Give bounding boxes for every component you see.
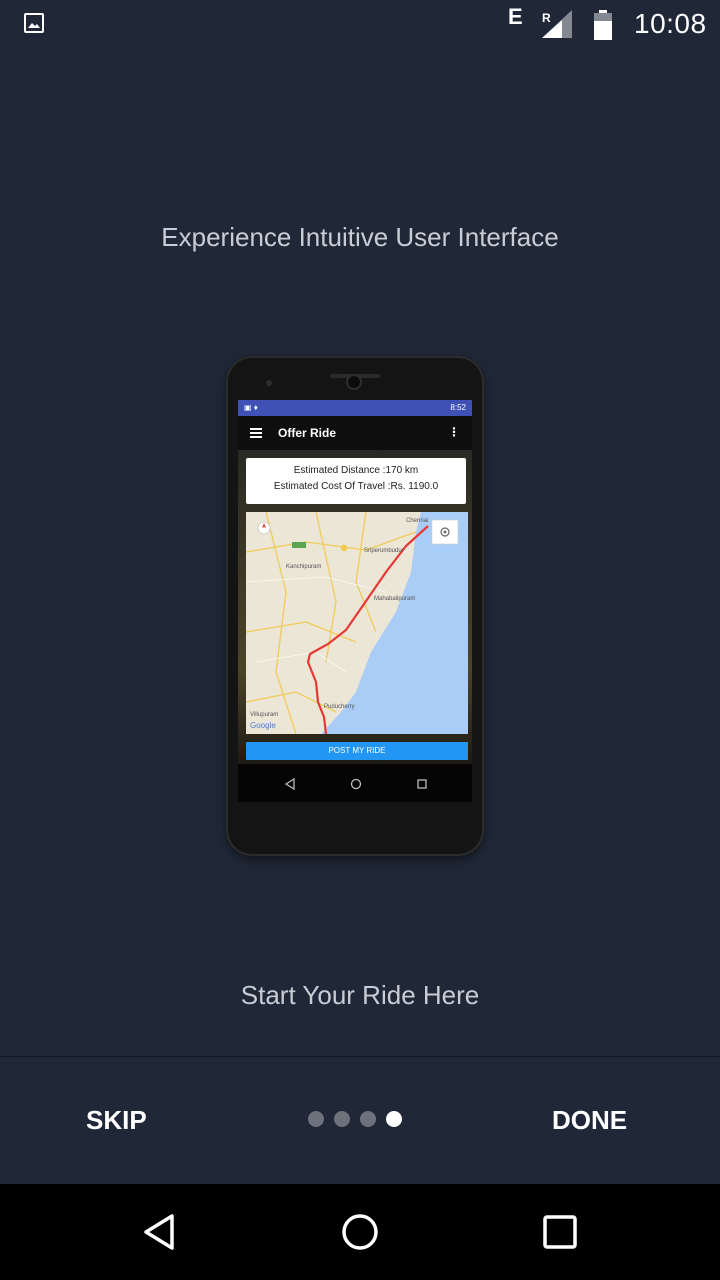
slide-headline: Experience Intuitive User Interface: [161, 222, 559, 252]
page-dot: [308, 1111, 324, 1127]
page-dot: [360, 1111, 376, 1127]
page-indicator: [308, 1111, 402, 1127]
status-bar: E R 10:08: [0, 0, 720, 50]
map-label-chennai: Chennai: [406, 518, 428, 524]
mockup-notification-icons: ▣ ♦: [244, 403, 258, 412]
mockup-estimated-distance: Estimated Distance :170 km: [293, 465, 419, 476]
mockup-menu-icon: [250, 428, 262, 438]
mockup-status-bar: ▣ ♦ 8:52: [238, 400, 472, 416]
map-label-villupuram: Villupuram: [250, 712, 278, 718]
map-label-puducherry: Puducherry: [324, 704, 355, 710]
map-label-sriperumbudur: Sriperumbudur: [364, 548, 404, 554]
skip-button[interactable]: SKIP: [86, 1105, 147, 1136]
signal-icon: R: [542, 10, 572, 38]
mockup-route-map: Chennai Kanchipuram Sriperumbudur Mahaba…: [246, 512, 468, 734]
network-type-label: E: [508, 4, 523, 29]
phone-screen: ▣ ♦ 8:52 Offer Ride ⋮ Estimated Distance…: [238, 400, 472, 802]
mockup-estimated-cost: Estimated Cost Of Travel :Rs. 1190.0: [273, 481, 439, 492]
status-time: 10:08: [634, 8, 707, 39]
mockup-home-icon: [350, 778, 362, 790]
back-icon[interactable]: [136, 1208, 184, 1256]
mockup-recents-icon: [417, 779, 427, 789]
mockup-info-card: Estimated Distance :170 km Estimated Cos…: [246, 458, 466, 504]
page-dot: [334, 1111, 350, 1127]
map-label-mahabalipuram: Mahabalipuram: [374, 596, 415, 602]
phone-camera: [348, 376, 360, 388]
recents-icon[interactable]: [536, 1208, 584, 1256]
slide-caption: Start Your Ride Here: [240, 980, 480, 1010]
mockup-nav-bar: [238, 764, 472, 802]
mockup-back-icon: [284, 777, 295, 791]
battery-icon: [594, 10, 612, 40]
roaming-label: R: [542, 11, 551, 25]
page-dot-active: [386, 1111, 402, 1127]
mockup-post-my-ride-button: POST MY RIDE: [246, 742, 468, 760]
mockup-toolbar-title: Offer Ride: [278, 426, 337, 440]
image-notification-icon: [24, 13, 44, 33]
home-icon[interactable]: [336, 1208, 384, 1256]
map-google-logo: Google: [250, 721, 276, 730]
onboarding-screen: E R 10:08 Experience Intuitive User Inte…: [0, 0, 720, 1280]
phone-mockup-image: ▣ ♦ 8:52 Offer Ride ⋮ Estimated Distance…: [226, 356, 484, 856]
mockup-toolbar: Offer Ride ⋮: [238, 416, 472, 450]
phone-sensor: [266, 380, 272, 386]
map-label-kanchipuram: Kanchipuram: [286, 564, 321, 570]
done-button[interactable]: DONE: [552, 1105, 627, 1136]
onboarding-bottom-bar: SKIP DONE: [0, 1057, 720, 1184]
mockup-status-time: 8:52: [450, 403, 466, 412]
mockup-more-icon: ⋮: [448, 425, 460, 439]
system-navigation-bar: [0, 1184, 720, 1280]
